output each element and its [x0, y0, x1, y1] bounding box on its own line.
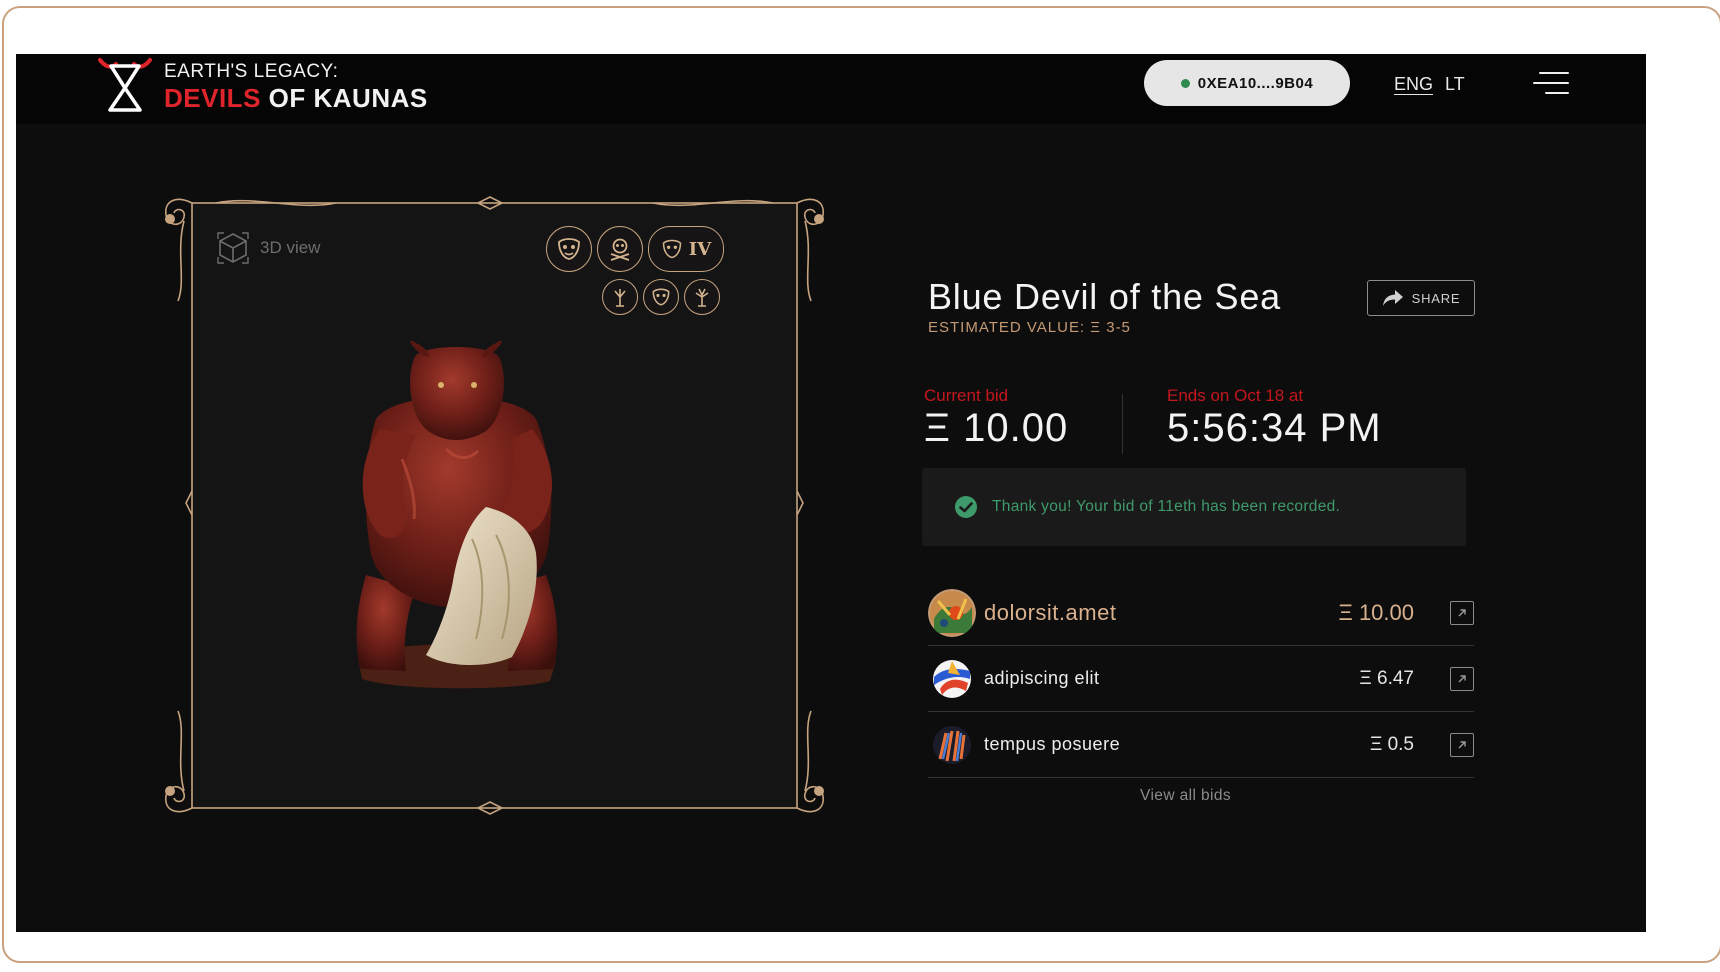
check-circle-icon [955, 496, 977, 518]
avatar [933, 659, 971, 698]
bidder-name[interactable]: adipiscing elit [984, 668, 1100, 689]
window-frame: EARTH'S LEGACY: DEVILS OF KAUNAS 0XEA10.… [2, 6, 1720, 963]
bid-amount: Ξ 0.5 [1369, 733, 1414, 755]
tree-icon[interactable] [602, 279, 638, 315]
bid-row[interactable]: dolorsit.amet Ξ 10.00 [928, 580, 1474, 646]
bidder-name[interactable]: tempus posuere [984, 734, 1120, 755]
item-viewer[interactable]: 3D view IV [156, 191, 844, 815]
lang-eng[interactable]: ENG [1394, 74, 1433, 95]
view-3d-label: 3D view [260, 238, 321, 257]
mask-icon[interactable]: IV [648, 226, 724, 272]
devil-statue-image [356, 340, 558, 689]
bidder-name[interactable]: dolorsit.amet [984, 600, 1116, 626]
current-bid-label: Current bid [924, 386, 1009, 405]
share-arrow-icon [1382, 290, 1403, 306]
bid-confirmation-notice: Thank you! Your bid of 11eth has been re… [922, 468, 1466, 546]
share-button[interactable]: SHARE [1367, 280, 1475, 316]
bid-row[interactable]: tempus posuere Ξ 0.5 [928, 712, 1474, 778]
logo-title: DEVILS OF KAUNAS [164, 85, 428, 111]
notice-text: Thank you! Your bid of 11eth has been re… [992, 498, 1341, 515]
trait-badges-bottom [602, 279, 720, 315]
external-link-icon[interactable] [1450, 666, 1474, 691]
wallet-button[interactable]: 0XEA10....9B04 [1144, 60, 1350, 106]
connected-status-dot [1180, 78, 1190, 88]
tree-icon[interactable] [684, 279, 720, 315]
site-logo[interactable]: EARTH'S LEGACY: DEVILS OF KAUNAS [96, 58, 428, 114]
logo-title-white: OF KAUNAS [268, 82, 428, 113]
skull-crossbones-icon[interactable] [597, 226, 643, 272]
mask-icon[interactable] [546, 226, 592, 272]
external-link-icon[interactable] [1450, 732, 1474, 757]
share-label: SHARE [1411, 290, 1461, 306]
top-bar: EARTH'S LEGACY: DEVILS OF KAUNAS 0XEA10.… [16, 54, 1646, 124]
menu-icon[interactable] [1533, 70, 1569, 96]
view-3d-button[interactable]: 3D view [216, 231, 320, 265]
avatar [928, 588, 976, 637]
logo-title-red: DEVILS [164, 82, 261, 113]
mask-icon[interactable] [643, 279, 679, 315]
external-link-icon[interactable] [1450, 600, 1474, 625]
current-bid-value: Ξ 10.00 [924, 406, 1069, 450]
bid-amount: Ξ 10.00 [1338, 599, 1414, 625]
badge-tier-label: IV [688, 238, 712, 260]
avatar [933, 725, 971, 764]
wallet-address: 0XEA10....9B04 [1197, 74, 1314, 92]
view-all-bids-link[interactable]: View all bids [1140, 787, 1231, 805]
bid-row[interactable]: adipiscing elit Ξ 6.47 [928, 646, 1474, 712]
logo-subtitle: EARTH'S LEGACY: [164, 60, 339, 82]
ends-time: 5:56:34 PM [1167, 406, 1382, 450]
trait-badges-top: IV [546, 226, 724, 272]
estimated-value: ESTIMATED VALUE: Ξ 3-5 [928, 319, 1131, 336]
cube-icon [217, 232, 249, 264]
hourglass-horns-icon [98, 58, 152, 112]
bid-amount: Ξ 6.47 [1359, 667, 1414, 689]
lang-lt[interactable]: LT [1445, 74, 1465, 95]
item-title: Blue Devil of the Sea [928, 276, 1281, 317]
ends-label: Ends on Oct 18 at [1167, 386, 1304, 405]
bid-divider [1122, 394, 1123, 454]
